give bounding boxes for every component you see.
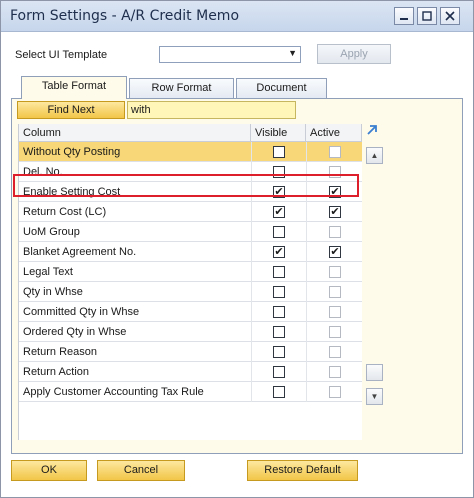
columns-table: Column Visible Active Without Qty Postin…	[18, 124, 362, 440]
visible-checkbox[interactable]	[273, 346, 285, 358]
column-divider	[306, 362, 307, 382]
ui-template-select[interactable]: ▼	[159, 46, 301, 63]
table-row[interactable]: Return Reason	[19, 342, 362, 362]
active-checkbox	[329, 226, 341, 238]
row-name: Ordered Qty in Whse	[23, 326, 127, 338]
visible-checkbox[interactable]	[273, 266, 285, 278]
active-checkbox	[329, 306, 341, 318]
visible-checkbox[interactable]	[273, 386, 285, 398]
column-divider	[251, 342, 252, 362]
row-name: Qty in Whse	[23, 286, 83, 298]
selected-row-highlight	[13, 174, 359, 197]
column-divider	[251, 202, 252, 222]
table-row[interactable]: Return Action	[19, 362, 362, 382]
table-row[interactable]: Blanket Agreement No. ✔ ✔	[19, 242, 362, 262]
column-divider	[306, 142, 307, 162]
apply-button[interactable]: Apply	[317, 44, 391, 64]
minimize-icon[interactable]	[394, 7, 414, 25]
row-name: Apply Customer Accounting Tax Rule	[23, 386, 204, 398]
column-divider	[306, 262, 307, 282]
scroll-up-button[interactable]: ▲	[366, 147, 383, 164]
active-checkbox	[329, 326, 341, 338]
table-row[interactable]: Ordered Qty in Whse	[19, 322, 362, 342]
column-divider	[306, 302, 307, 322]
active-checkbox	[329, 386, 341, 398]
header-visible[interactable]: Visible	[251, 124, 306, 142]
chevron-down-icon: ▼	[288, 48, 297, 58]
column-divider	[251, 282, 252, 302]
visible-checkbox[interactable]	[273, 306, 285, 318]
column-divider	[306, 382, 307, 402]
row-name: Return Action	[23, 366, 90, 378]
restore-default-button[interactable]: Restore Default	[247, 460, 358, 481]
window-title: Form Settings - A/R Credit Memo	[10, 8, 240, 24]
header-active[interactable]: Active	[306, 124, 362, 142]
column-divider	[306, 222, 307, 242]
close-icon[interactable]	[440, 7, 460, 25]
active-checkbox	[329, 366, 341, 378]
tab-table-format[interactable]: Table Format	[21, 76, 127, 99]
row-name: Return Reason	[23, 346, 97, 358]
active-checkbox	[329, 346, 341, 358]
column-divider	[306, 322, 307, 342]
column-divider	[251, 242, 252, 262]
row-name: Blanket Agreement No.	[23, 246, 137, 258]
column-divider	[251, 382, 252, 402]
column-divider	[306, 342, 307, 362]
column-divider	[306, 282, 307, 302]
find-next-button[interactable]: Find Next	[17, 101, 125, 119]
row-name: Return Cost (LC)	[23, 206, 107, 218]
tab-document[interactable]: Document	[236, 78, 327, 98]
cancel-button[interactable]: Cancel	[97, 460, 185, 481]
visible-checkbox[interactable]	[273, 226, 285, 238]
title-bar[interactable]: Form Settings - A/R Credit Memo	[1, 1, 473, 32]
ui-template-label: Select UI Template	[15, 49, 108, 61]
column-divider	[251, 142, 252, 162]
visible-checkbox[interactable]: ✔	[273, 246, 285, 258]
column-divider	[251, 362, 252, 382]
table-row[interactable]: Return Cost (LC) ✔ ✔	[19, 202, 362, 222]
column-divider	[306, 242, 307, 262]
header-column[interactable]: Column	[19, 124, 251, 142]
scroll-thumb[interactable]	[366, 364, 383, 381]
maximize-icon[interactable]	[417, 7, 437, 25]
row-name: UoM Group	[23, 226, 80, 238]
tab-row-format[interactable]: Row Format	[129, 78, 234, 98]
table-row[interactable]: Committed Qty in Whse	[19, 302, 362, 322]
form-settings-window: Form Settings - A/R Credit Memo Select U…	[0, 0, 474, 498]
table-row[interactable]: Qty in Whse	[19, 282, 362, 302]
row-name: Legal Text	[23, 266, 73, 278]
column-divider	[251, 302, 252, 322]
active-checkbox[interactable]: ✔	[329, 246, 341, 258]
row-name: Without Qty Posting	[23, 146, 121, 158]
table-row[interactable]: UoM Group	[19, 222, 362, 242]
column-divider	[306, 202, 307, 222]
form-content: Select UI Template ▼ Apply Table Format …	[1, 32, 473, 497]
scroll-down-button[interactable]: ▼	[366, 388, 383, 405]
column-divider	[251, 322, 252, 342]
expand-icon[interactable]	[365, 123, 379, 140]
visible-checkbox[interactable]	[273, 286, 285, 298]
column-divider	[251, 262, 252, 282]
active-checkbox	[329, 146, 341, 158]
table-row[interactable]: Apply Customer Accounting Tax Rule	[19, 382, 362, 402]
row-name: Committed Qty in Whse	[23, 306, 140, 318]
ok-button[interactable]: OK	[11, 460, 87, 481]
column-divider	[251, 222, 252, 242]
visible-checkbox[interactable]: ✔	[273, 206, 285, 218]
visible-checkbox[interactable]	[273, 366, 285, 378]
table-row[interactable]: Legal Text	[19, 262, 362, 282]
table-row[interactable]: Without Qty Posting	[19, 142, 362, 162]
active-checkbox	[329, 266, 341, 278]
active-checkbox	[329, 286, 341, 298]
visible-checkbox[interactable]	[273, 326, 285, 338]
find-input[interactable]: with	[127, 101, 296, 119]
visible-checkbox[interactable]	[273, 146, 285, 158]
active-checkbox[interactable]: ✔	[329, 206, 341, 218]
